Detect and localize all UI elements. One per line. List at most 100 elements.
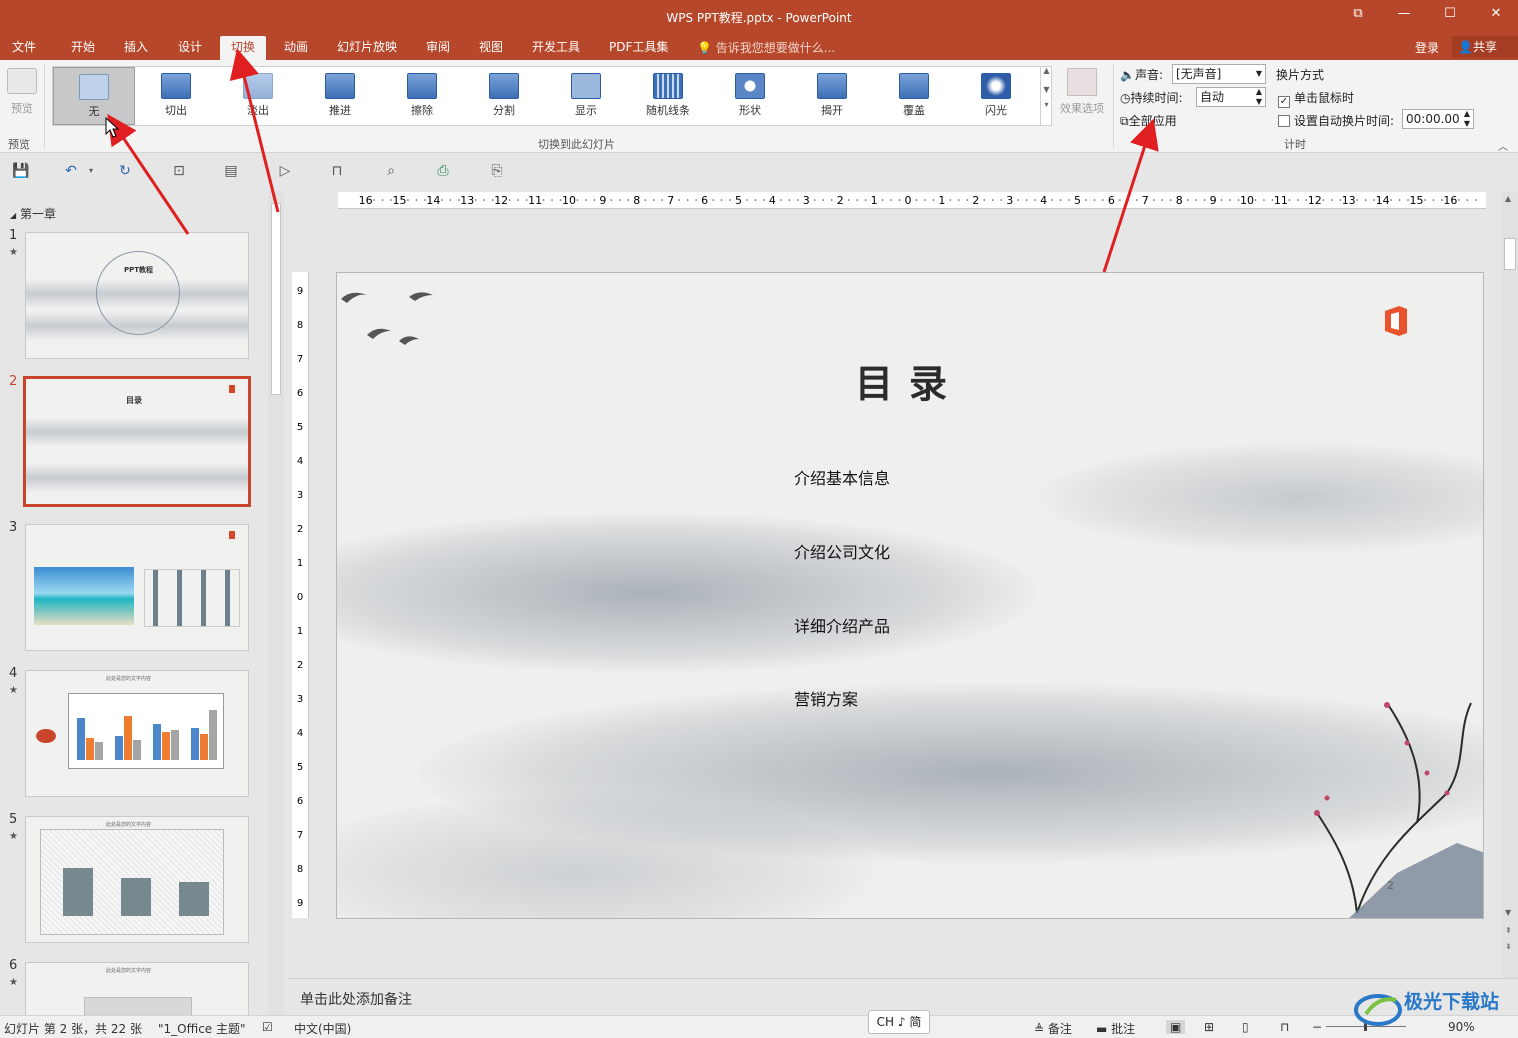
transition-cut[interactable]: 切出 xyxy=(135,67,217,125)
transition-none[interactable]: 无 xyxy=(53,67,135,125)
notes-toggle[interactable]: ≜ 备注 xyxy=(1034,1020,1072,1037)
sound-select[interactable]: [无声音] ▼ xyxy=(1172,64,1266,84)
mist-decoration xyxy=(26,417,248,447)
close-button[interactable]: ✕ xyxy=(1484,6,1508,26)
toc-item[interactable]: 介绍公司文化 xyxy=(794,539,890,563)
ribbon-transitions: 预览 预览 无 切出 淡出 推进 擦除 分割 显示 随机线条 形状 揭开 覆盖 … xyxy=(0,60,1518,153)
undo-icon[interactable]: ↶ xyxy=(62,163,80,179)
spinner-icon[interactable]: ▲ ▼ xyxy=(1256,87,1262,107)
maximize-button[interactable]: ☐ xyxy=(1438,6,1462,26)
section-header[interactable]: ◢ 第一章 xyxy=(10,205,56,222)
spinner-icon[interactable]: ▲ ▼ xyxy=(1464,109,1470,129)
spellcheck-icon[interactable]: ☑ xyxy=(262,1020,273,1034)
thumbnails-scrollbar[interactable] xyxy=(268,191,284,1015)
normal-view-icon[interactable]: ▣ xyxy=(1166,1020,1186,1034)
minimize-button[interactable]: — xyxy=(1392,6,1416,26)
tab-transitions[interactable]: 切换 xyxy=(220,36,267,60)
ime-indicator[interactable]: CH ♪ 简 xyxy=(868,1010,930,1034)
tab-review[interactable]: 审阅 xyxy=(426,38,450,60)
chevron-down-icon[interactable]: ▾ xyxy=(82,163,100,179)
auto-advance-time-input[interactable]: 00:00.00 ▲ ▼ xyxy=(1402,109,1474,129)
more-icon[interactable]: ▾ xyxy=(1041,100,1052,109)
new-slide-icon[interactable]: ⊡ xyxy=(170,163,188,179)
slide-title[interactable]: 目录 xyxy=(855,353,963,408)
tab-slideshow[interactable]: 幻灯片放映 xyxy=(337,38,397,60)
toc-item[interactable]: 营销方案 xyxy=(794,686,858,710)
slide-thumbnail-4[interactable]: 此处是您的文字内容 xyxy=(25,670,249,797)
ruler-label: 13 xyxy=(1342,194,1356,207)
transition-split[interactable]: 分割 xyxy=(463,67,545,125)
reading-view-icon[interactable]: ▯ xyxy=(1242,1020,1249,1034)
slide-thumbnail-6[interactable]: 此处是您的文字内容 xyxy=(25,962,249,1015)
slide-thumbnail-1[interactable]: PPT教程 xyxy=(25,232,249,359)
transition-push[interactable]: 推进 xyxy=(299,67,381,125)
transition-flash[interactable]: 闪光 xyxy=(955,67,1037,125)
duration-input[interactable]: 自动 ▲ ▼ xyxy=(1196,87,1266,107)
transition-fade[interactable]: 淡出 xyxy=(217,67,299,125)
auto-advance-checkbox[interactable]: 设置自动换片时间: xyxy=(1278,112,1394,129)
toc-item[interactable]: 详细介绍产品 xyxy=(794,613,890,637)
transition-reveal[interactable]: 显示 xyxy=(545,67,627,125)
transition-cover[interactable]: 覆盖 xyxy=(873,67,955,125)
lightbulb-icon: 💡 xyxy=(697,41,712,55)
slide-canvas[interactable]: 目录 介绍基本信息 介绍公司文化 详细介绍产品 营销方案 2 xyxy=(336,272,1484,919)
scroll-thumb[interactable] xyxy=(1504,238,1516,270)
editor-scrollbar[interactable]: ▲ ▼ ⇞ ⇟ xyxy=(1502,192,1518,978)
ruler-label: 11 xyxy=(528,194,542,207)
preview-button[interactable]: 预览 xyxy=(4,66,40,116)
ruler-tick xyxy=(593,199,596,201)
scroll-up-icon[interactable]: ▲ xyxy=(1041,66,1052,75)
on-mouse-click-checkbox[interactable]: ✓ 单击鼠标时 xyxy=(1278,89,1354,108)
redo-icon[interactable]: ↻ xyxy=(116,163,134,179)
slide-thumbnail-5[interactable]: 此处是您的文字内容 xyxy=(25,816,249,943)
layout-icon[interactable]: ▤ xyxy=(222,163,240,179)
slideshow-view-icon[interactable]: ⊓ xyxy=(1280,1020,1289,1034)
tab-home[interactable]: 开始 xyxy=(71,38,95,60)
ruler-tick xyxy=(1424,199,1426,201)
print-icon[interactable]: ⎙ xyxy=(434,163,452,179)
save-icon[interactable]: 💾 xyxy=(12,163,30,179)
gallery-scroll[interactable]: ▲ ▼ ▾ xyxy=(1040,66,1052,126)
print-preview-icon[interactable]: ⌕ xyxy=(382,163,400,179)
next-slide-icon[interactable]: ⇟ xyxy=(1505,942,1512,951)
random-bars-icon xyxy=(653,73,683,99)
ribbon-display-icon[interactable]: ⧉ xyxy=(1346,6,1370,26)
tab-view[interactable]: 视图 xyxy=(479,38,503,60)
login-link[interactable]: 登录 xyxy=(1415,39,1439,56)
scroll-down-icon[interactable]: ▼ xyxy=(1041,85,1052,94)
language[interactable]: 中文(中国) xyxy=(294,1020,351,1037)
tab-insert[interactable]: 插入 xyxy=(124,38,148,60)
tab-file[interactable]: 文件 xyxy=(12,38,36,60)
scroll-down-icon[interactable]: ▼ xyxy=(1505,908,1511,917)
ruler-tick xyxy=(542,199,545,201)
transition-random-bars[interactable]: 随机线条 xyxy=(627,67,709,125)
status-bar: 幻灯片 第 2 张，共 22 张 "1_Office 主题" ☑ 中文(中国) … xyxy=(0,1015,1518,1038)
tab-design[interactable]: 设计 xyxy=(178,38,202,60)
slide-thumbnail-3[interactable] xyxy=(25,524,249,651)
slideshow-icon[interactable]: ▷ xyxy=(276,163,294,179)
comments-toggle[interactable]: ▬ 批注 xyxy=(1096,1020,1135,1037)
transition-shape[interactable]: 形状 xyxy=(709,67,791,125)
toc-item[interactable]: 介绍基本信息 xyxy=(794,465,890,489)
tab-developer[interactable]: 开发工具 xyxy=(532,38,580,60)
slide-thumbnail-2[interactable]: 目录 xyxy=(23,376,251,507)
presenter-icon[interactable]: ⊓ xyxy=(328,163,346,179)
share-button[interactable]: 👤共享 xyxy=(1452,36,1518,58)
export-icon[interactable]: ⎘ xyxy=(488,163,506,179)
transition-wipe[interactable]: 擦除 xyxy=(381,67,463,125)
apply-all-button[interactable]: ⧉全部应用 xyxy=(1120,112,1177,129)
preview-icon xyxy=(7,68,37,94)
zoom-out-icon[interactable]: − xyxy=(1312,1020,1322,1034)
slide-sorter-icon[interactable]: ⊞ xyxy=(1204,1020,1214,1034)
tab-animations[interactable]: 动画 xyxy=(284,38,308,60)
tab-pdf-tools[interactable]: PDF工具集 xyxy=(609,38,668,60)
scroll-up-icon[interactable]: ▲ xyxy=(1505,194,1511,203)
transition-uncover[interactable]: 揭开 xyxy=(791,67,873,125)
collapse-ribbon-icon[interactable]: ︿ xyxy=(1498,138,1508,153)
previous-slide-icon[interactable]: ⇞ xyxy=(1505,926,1512,935)
effect-options-button[interactable]: 效果选项 xyxy=(1057,66,1107,126)
tell-me-box[interactable]: 💡 告诉我您想要做什么... xyxy=(697,39,835,56)
scroll-thumb[interactable] xyxy=(271,203,281,395)
notes-placeholder[interactable]: 单击此处添加备注 xyxy=(300,989,412,1009)
ruler-label: 4 xyxy=(1040,194,1047,207)
